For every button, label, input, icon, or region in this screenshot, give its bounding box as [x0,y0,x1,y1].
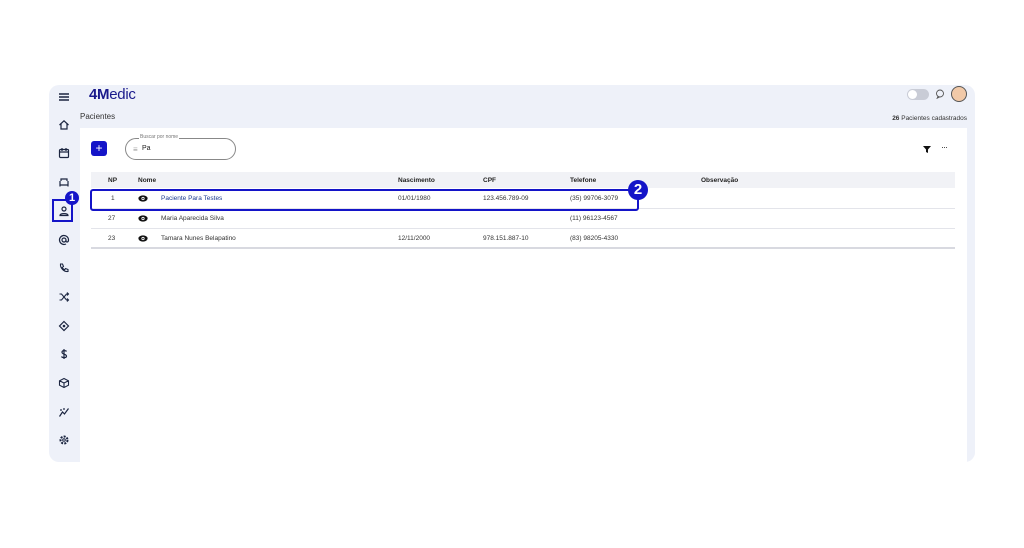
search-label: Buscar por nome [139,134,180,140]
brand-logo: 4Medic [89,86,136,103]
home-icon[interactable] [54,115,73,134]
cell-telefone: (83) 98205-4330 [570,235,619,242]
table-row[interactable]: 27 Maria Aparecida Silva (11) 96123-4567 [91,209,955,229]
view-eye-icon[interactable] [138,235,148,242]
patient-count: 26 Pacientes cadastrados [892,115,967,122]
step-1-badge: 1 [65,191,79,205]
phone-icon[interactable] [54,258,73,277]
waiting-room-icon[interactable] [54,172,73,191]
app-window: 4Medic Pacientes 26 Pacientes cadastrado… [49,85,975,462]
search-field[interactable]: Buscar por nome ≡ [125,134,236,160]
cell-cpf: 978.151.887-10 [483,235,529,242]
filter-lines-icon: ≡ [133,145,138,154]
top-actions [907,86,967,102]
shuffle-icon[interactable] [54,287,73,306]
highlight-patient-row [90,189,639,211]
box-icon[interactable] [54,373,73,392]
cell-nome[interactable]: Maria Aparecida Silva [161,215,224,222]
tag-icon[interactable] [54,316,73,335]
step-2-badge: 2 [628,180,648,200]
scrollbar[interactable] [969,128,975,462]
cell-np: 27 [108,215,116,222]
filter-icon[interactable] [923,146,931,153]
cell-nascimento: 12/11/2000 [398,235,431,242]
menu-icon[interactable] [54,87,73,106]
dollar-icon[interactable] [54,344,73,363]
calendar-icon[interactable] [54,143,73,162]
sidebar [49,85,77,462]
cell-np: 23 [108,235,116,242]
view-eye-icon[interactable] [138,215,148,222]
chart-icon[interactable] [54,402,73,421]
user-avatar[interactable] [951,86,967,102]
col-observacao[interactable]: Observação [701,177,738,184]
col-telefone[interactable]: Telefone [570,177,596,184]
cell-telefone: (11) 96123-4567 [570,215,618,222]
col-nome[interactable]: Nome [138,177,156,184]
search-input[interactable] [142,145,222,152]
col-np[interactable]: NP [108,177,117,184]
cell-nome[interactable]: Tamara Nunes Belapatino [161,235,236,242]
col-nascimento[interactable]: Nascimento [398,177,435,184]
theme-toggle[interactable] [907,88,929,100]
table-header: NP Nome Nascimento CPF Telefone Observaç… [91,172,955,188]
table-row[interactable]: 23 Tamara Nunes Belapatino 12/11/2000 97… [91,229,955,249]
at-icon[interactable] [54,230,73,249]
page-title: Pacientes [80,112,116,121]
main-panel: + Buscar por nome ≡ ··· NP Nome Nascimen… [80,128,967,462]
add-patient-button[interactable]: + [91,141,107,156]
col-cpf[interactable]: CPF [483,177,496,184]
chat-icon[interactable] [935,89,945,99]
more-options-icon[interactable]: ··· [941,142,948,152]
settings-icon[interactable] [54,430,73,449]
